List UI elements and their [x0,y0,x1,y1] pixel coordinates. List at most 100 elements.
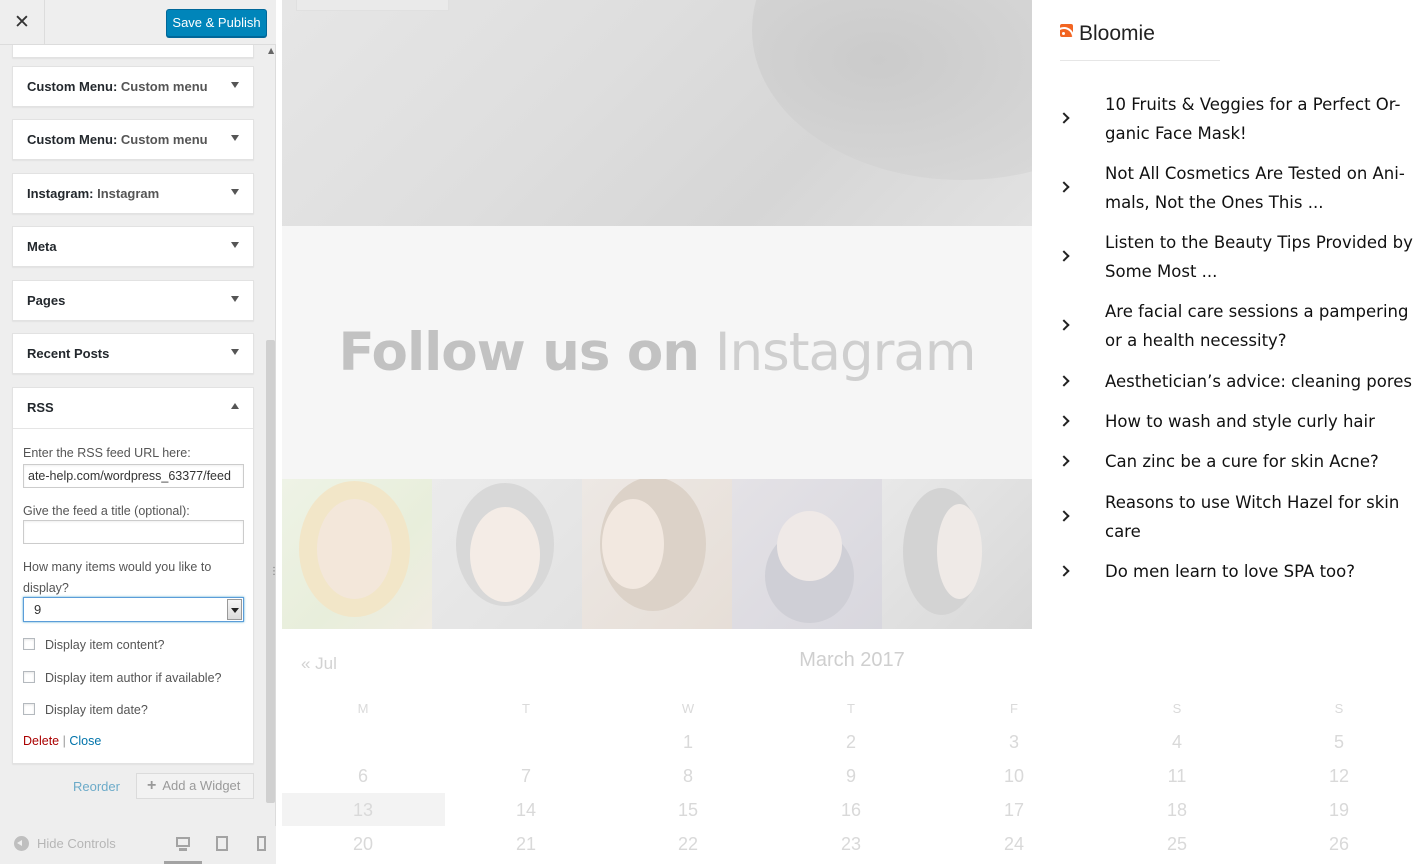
display-content-option[interactable]: Display item content? [23,638,165,652]
widget-custom-menu-2[interactable]: Custom Menu: Custom menu [12,119,254,160]
instagram-photo[interactable] [732,479,882,629]
expand-arrow-icon[interactable] [231,189,239,195]
calendar-day[interactable]: 7 [506,766,546,787]
calendar-weekday: F [1010,701,1018,716]
calendar-day[interactable]: 13 [343,800,383,821]
calendar-day[interactable]: 17 [994,800,1034,821]
calendar-day[interactable]: 24 [994,834,1034,855]
instagram-feed [282,479,1032,629]
customizer-footer: Hide Controls [0,826,276,864]
rss-item-link[interactable]: Listen to the Beauty Tips Provided by So… [1105,228,1415,286]
widget-title: Meta [27,239,57,254]
reorder-link[interactable]: Reorder [73,779,120,794]
calendar-day[interactable]: 3 [994,732,1034,753]
add-widget-button[interactable]: + Add a Widget [136,773,254,799]
calendar-day[interactable]: 2 [831,732,871,753]
checkbox-label: Display item author if available? [45,671,222,685]
widget-custom-menu-1[interactable]: Custom Menu: Custom menu [12,66,254,107]
rss-item-link[interactable]: 10 Fruits & Veggies for a Perfect Or-gan… [1105,90,1415,148]
calendar-day[interactable]: 1 [668,732,708,753]
instagram-heading-light: Instagram [714,322,977,383]
calendar-day[interactable]: 10 [994,766,1034,787]
calendar-day[interactable]: 25 [1157,834,1197,855]
collapse-arrow-icon[interactable] [231,403,239,409]
checkbox[interactable] [23,638,35,650]
display-date-option[interactable]: Display item date? [23,703,148,717]
preview-mobile-button[interactable] [242,826,280,864]
rss-url-input[interactable]: ate-help.com/wordpress_63377/feed [23,464,244,488]
checkbox[interactable] [23,671,35,683]
widget-partial-top[interactable] [12,45,254,58]
calendar-weekday: S [1334,701,1344,716]
rss-icon[interactable] [1060,24,1073,37]
expand-arrow-icon[interactable] [231,82,239,88]
rss-item-link[interactable]: Reasons to use Witch Hazel for skin care [1105,488,1415,546]
instagram-heading: Follow us on Instagram [0,322,1032,383]
widget-rss-header[interactable]: RSS [13,388,253,429]
calendar-day[interactable]: 22 [668,834,708,855]
instagram-photo[interactable] [432,479,582,629]
rss-item-link[interactable]: Do men learn to love SPA too? [1105,557,1415,586]
expand-arrow-icon[interactable] [231,242,239,248]
widget-title: Custom Menu [27,79,113,94]
rss-item-link[interactable]: How to wash and style curly hair [1105,407,1415,436]
calendar-day[interactable]: 11 [1157,766,1197,787]
expand-arrow-icon[interactable] [231,296,239,302]
calendar-day[interactable]: 16 [831,800,871,821]
rss-item-link[interactable]: Are facial care sessions a pampering or … [1105,297,1415,355]
calendar-day[interactable]: 4 [1157,732,1197,753]
calendar-day[interactable]: 12 [1319,766,1359,787]
mobile-icon [257,836,266,851]
calendar-day[interactable]: 9 [831,766,871,787]
widget-title: Custom Menu [27,132,113,147]
widget-instagram[interactable]: Instagram: Instagram [12,173,254,214]
checkbox-label: Display item date? [45,703,148,717]
calendar-day[interactable]: 8 [668,766,708,787]
calendar-day[interactable]: 18 [1157,800,1197,821]
close-customizer-button[interactable]: ✕ [0,0,45,45]
instagram-photo[interactable] [582,479,732,629]
rss-item-link[interactable]: Aesthetician’s advice: cleaning pores [1105,367,1415,396]
calendar-day[interactable]: 6 [343,766,383,787]
plus-icon: + [147,777,157,794]
hide-controls-button[interactable]: Hide Controls [14,836,116,851]
scroll-up-icon[interactable]: ▲ [268,46,274,55]
rss-url-label: Enter the RSS feed URL here: [23,446,191,460]
customizer-header: ✕ Save & Publish [0,0,276,45]
rss-item-link[interactable]: Not All Cosmetics Are Tested on Ani-mals… [1105,159,1415,217]
widget-meta[interactable]: Meta [12,226,254,267]
expand-arrow-icon[interactable] [231,135,239,141]
calendar-day[interactable]: 19 [1319,800,1359,821]
checkbox[interactable] [23,703,35,715]
calendar-day[interactable]: 23 [831,834,871,855]
item-count-value: 9 [34,602,42,617]
calendar-day[interactable]: 5 [1319,732,1359,753]
calendar-day[interactable]: 21 [506,834,546,855]
item-count-label: How many items would you like to [23,560,212,574]
calendar-day[interactable]: 15 [668,800,708,821]
feed-title-input[interactable] [23,520,244,544]
widget-title: Instagram [27,186,90,201]
calendar-month-title: March 2017 [799,649,905,671]
instagram-photo[interactable] [882,479,1032,629]
calendar-weekday: S [1172,701,1182,716]
save-publish-button[interactable]: Save & Publish [166,9,267,37]
item-count-select[interactable]: 9 [23,597,244,622]
rss-item-link[interactable]: Can zinc be a cure for skin Acne? [1105,447,1415,476]
widget-actions: Delete | Close [23,734,101,748]
rss-feed-title[interactable]: Bloomie [1079,22,1155,46]
close-widget-link[interactable]: Close [69,734,101,748]
calendar-day[interactable]: 20 [343,834,383,855]
instagram-photo[interactable] [282,479,432,629]
preview-desktop-button[interactable] [164,826,202,864]
chevron-down-icon[interactable] [227,599,242,620]
widget-pages[interactable]: Pages [12,280,254,321]
delete-widget-link[interactable]: Delete [23,734,59,748]
calendar-day[interactable]: 26 [1319,834,1359,855]
calendar-day[interactable]: 14 [506,800,546,821]
panel-resize-handle-icon[interactable]: ⋮ [269,566,279,577]
tablet-icon [216,836,228,851]
display-author-option[interactable]: Display item author if available? [23,671,221,685]
calendar-widget: « Jul March 2017 M T W T F S S 1 2 3 4 5 6 7 8 9 10 11 12 1… [282,629,1349,864]
preview-tablet-button[interactable] [203,826,241,864]
